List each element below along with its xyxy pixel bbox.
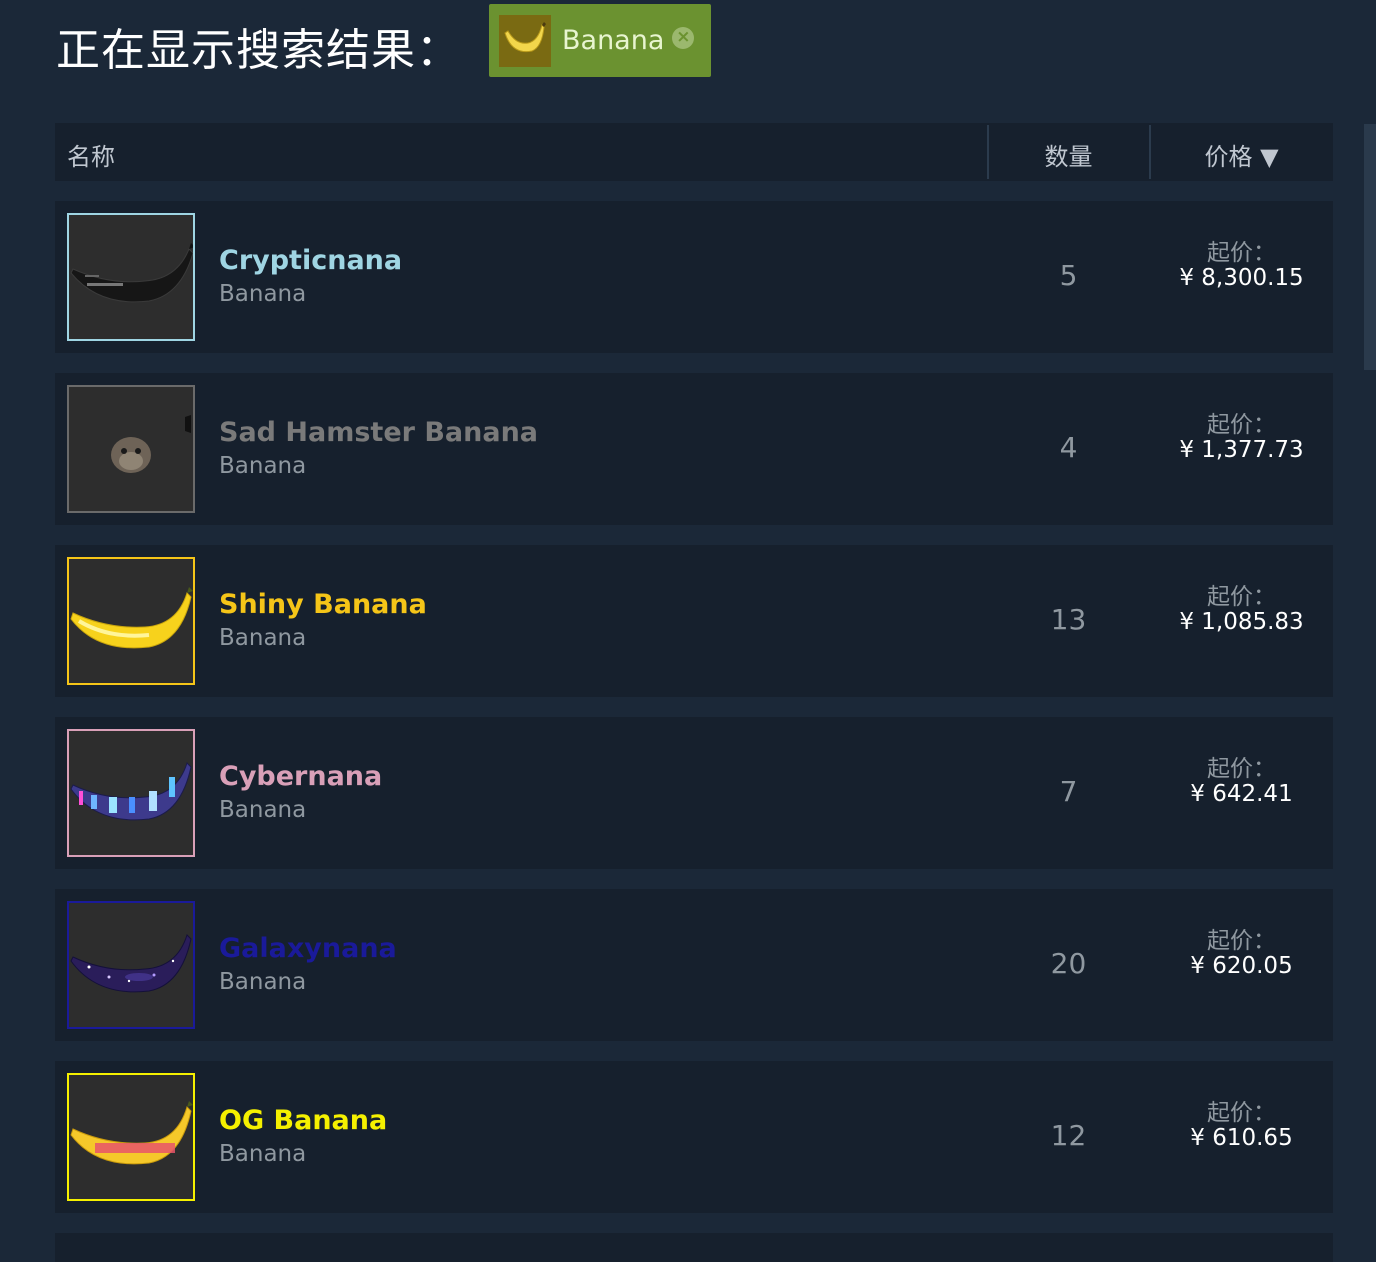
item-quantity: 13 xyxy=(1050,603,1087,636)
item-price: ¥ 1,085.83 xyxy=(1179,609,1304,635)
table-row[interactable]: Shiny Banana Banana 13 起价： ¥ 1,085.83 xyxy=(55,545,1333,697)
price-label: 起价： xyxy=(1207,1100,1276,1126)
item-image-sad-hamster-banana xyxy=(67,385,195,513)
item-quantity: 7 xyxy=(1059,775,1078,808)
item-price: ¥ 1,377.73 xyxy=(1179,437,1304,463)
price-label: 起价： xyxy=(1207,928,1276,954)
item-image-crypticnana xyxy=(67,213,195,341)
item-game: Banana xyxy=(219,969,307,995)
price-label: 起价： xyxy=(1207,412,1276,438)
item-game: Banana xyxy=(219,797,307,823)
column-header-quantity[interactable]: 数量 xyxy=(988,137,1149,172)
item-quantity: 12 xyxy=(1050,1119,1087,1152)
item-price: ¥ 610.65 xyxy=(1190,1125,1293,1151)
item-name[interactable]: Cybernana xyxy=(219,761,382,792)
filter-tag-banana[interactable]: Banana × xyxy=(489,4,711,77)
item-image-shiny-banana xyxy=(67,557,195,685)
price-label: 起价： xyxy=(1207,584,1276,610)
item-name[interactable]: Sad Hamster Banana xyxy=(219,417,538,448)
banana-thumbnail-icon xyxy=(499,14,551,67)
item-price: ¥ 642.41 xyxy=(1190,781,1293,807)
page-title: 正在显示搜索结果： xyxy=(56,25,461,76)
item-name[interactable]: Crypticnana xyxy=(219,245,402,276)
item-quantity: 5 xyxy=(1059,259,1078,292)
price-label: 起价： xyxy=(1207,756,1276,782)
table-row[interactable]: Sad Hamster Banana Banana 4 起价： ¥ 1,377.… xyxy=(55,373,1333,525)
item-quantity: 4 xyxy=(1059,431,1078,464)
item-image-og-banana xyxy=(67,1073,195,1201)
item-game: Banana xyxy=(219,281,307,307)
item-game: Banana xyxy=(219,453,307,479)
column-header-name[interactable]: 名称 xyxy=(67,137,115,172)
item-image-cybernana xyxy=(67,729,195,857)
item-quantity: 20 xyxy=(1050,947,1087,980)
item-game: Banana xyxy=(219,1141,307,1167)
market-search-page: 正在显示搜索结果： Banana × 名称 数量 价格 ▼ Crypticnan… xyxy=(0,0,1376,1262)
item-game: Banana xyxy=(219,625,307,651)
table-header: 名称 数量 价格 ▼ xyxy=(55,123,1333,181)
item-price: ¥ 8,300.15 xyxy=(1179,265,1304,291)
item-name[interactable]: OG Banana xyxy=(219,1105,387,1136)
item-name[interactable]: Shiny Banana xyxy=(219,589,427,620)
table-row[interactable]: Cybernana Banana 7 起价： ¥ 642.41 xyxy=(55,717,1333,869)
item-image-galaxynana xyxy=(67,901,195,1029)
table-row[interactable]: Galaxynana Banana 20 起价： ¥ 620.05 xyxy=(55,889,1333,1041)
close-icon[interactable]: × xyxy=(672,26,695,49)
column-header-price-sort[interactable]: 价格 ▼ xyxy=(1150,137,1333,172)
item-name[interactable]: Galaxynana xyxy=(219,933,397,964)
filter-tag-label: Banana xyxy=(562,25,665,56)
table-row[interactable]: OG Banana Banana 12 起价： ¥ 610.65 xyxy=(55,1061,1333,1213)
price-label: 起价： xyxy=(1207,240,1276,266)
table-row[interactable]: Crypticnana Banana 5 起价： ¥ 8,300.15 xyxy=(55,201,1333,353)
table-row[interactable] xyxy=(55,1233,1333,1262)
scrollbar[interactable] xyxy=(1364,124,1376,370)
item-price: ¥ 620.05 xyxy=(1190,953,1293,979)
